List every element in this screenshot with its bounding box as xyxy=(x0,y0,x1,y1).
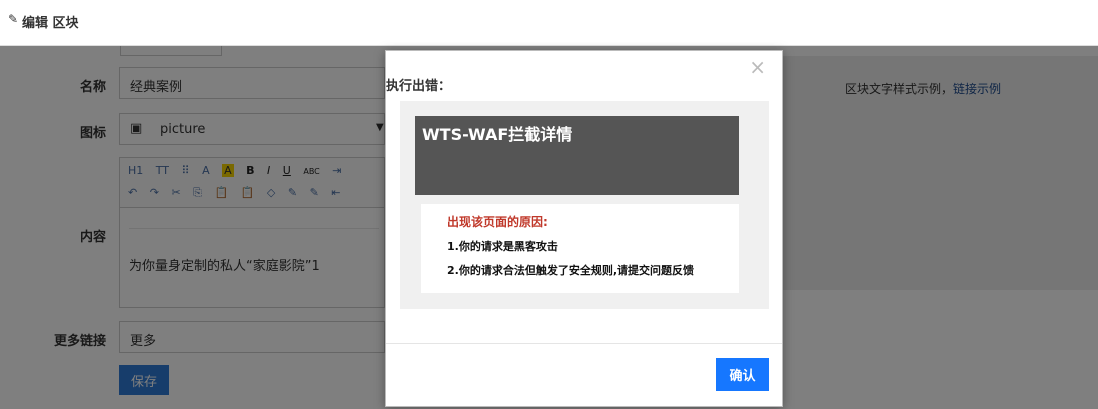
reason-item-2: 2.你的请求合法但触发了安全规则,请提交问题反馈 xyxy=(447,264,695,277)
waf-reason-card: 出现该页面的原因: 1.你的请求是黑客攻击 2.你的请求合法但触发了安全规则,请… xyxy=(421,204,739,293)
dialog-divider xyxy=(386,343,782,344)
dialog-title: 执行出错： xyxy=(386,79,452,94)
waf-header: WTS-WAF拦截详情 xyxy=(415,116,739,195)
pencil-icon: ✎ xyxy=(8,12,19,26)
page-title: 编辑 区块 xyxy=(22,16,79,31)
waf-block-panel: WTS-WAF拦截详情 出现该页面的原因: 1.你的请求是黑客攻击 2.你的请求… xyxy=(400,101,769,309)
error-dialog: × 执行出错： WTS-WAF拦截详情 出现该页面的原因: 1.你的请求是黑客攻… xyxy=(385,50,783,407)
reason-title: 出现该页面的原因: xyxy=(447,215,548,229)
confirm-button[interactable]: 确认 xyxy=(716,358,769,391)
reason-item-1: 1.你的请求是黑客攻击 xyxy=(447,240,558,253)
close-icon[interactable]: × xyxy=(749,55,766,79)
top-bar: ✎ 编辑 区块 xyxy=(0,0,1098,46)
waf-title: WTS-WAF拦截详情 xyxy=(422,125,573,144)
